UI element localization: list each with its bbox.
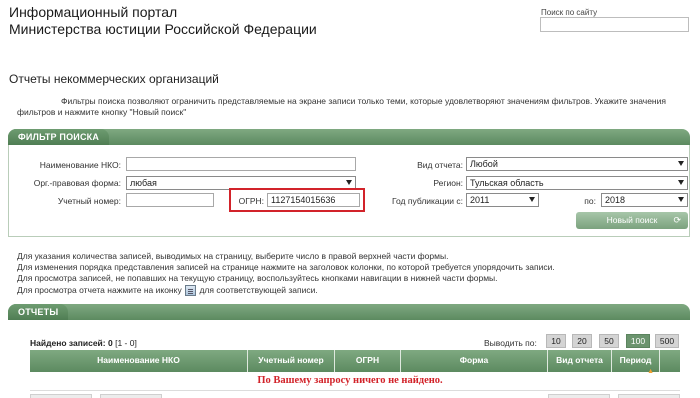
region-label: Регион:: [433, 178, 463, 188]
filter-header-bar: ФИЛЬТР ПОИСКА: [8, 129, 690, 145]
column-report-type[interactable]: Вид отчета: [548, 350, 612, 372]
legal-form-value: любая: [130, 178, 157, 188]
note-line-1: Для указания количества записей, выводим…: [17, 251, 449, 261]
chevron-down-icon: [678, 180, 684, 185]
column-spacer: [660, 350, 680, 372]
report-type-select[interactable]: Любой: [466, 157, 688, 171]
legal-form-label: Орг.-правовая форма:: [33, 178, 121, 188]
nav-button-next[interactable]: [548, 394, 610, 398]
chevron-down-icon: [346, 180, 352, 185]
table-bottom-divider: [30, 390, 680, 391]
found-count: 0: [108, 338, 113, 348]
show-by-label: Выводить по:: [484, 338, 537, 348]
report-type-label: Вид отчета:: [417, 160, 463, 170]
year-to-value: 2018: [605, 195, 626, 205]
report-type-value: Любой: [470, 159, 498, 169]
reports-table-header: Наименование НКО Учетный номер ОГРН Форм…: [30, 350, 680, 375]
note-line-2: Для изменения порядка представления запи…: [17, 262, 555, 272]
refresh-icon: ⟳: [673, 215, 681, 225]
year-to-select[interactable]: 2018: [601, 193, 688, 207]
column-form[interactable]: Форма: [401, 350, 548, 372]
nav-button-first[interactable]: [30, 394, 92, 398]
account-number-label: Учетный номер:: [57, 196, 121, 206]
nko-name-input[interactable]: [126, 157, 356, 171]
page-title: Отчеты некоммерческих организаций: [9, 72, 219, 86]
year-from-select[interactable]: 2011: [466, 193, 539, 207]
column-account-number[interactable]: Учетный номер: [248, 350, 335, 372]
page-size-10[interactable]: 10: [546, 334, 566, 348]
chevron-down-icon: [678, 161, 684, 166]
nko-name-label: Наименование НКО:: [39, 160, 121, 170]
region-select[interactable]: Тульская область: [466, 176, 688, 190]
note-line-3: Для просмотра записей, не попавших на те…: [17, 273, 498, 283]
reports-tab: ОТЧЕТЫ: [8, 304, 69, 320]
portal-title: Информационный портал Министерства юстиц…: [9, 4, 317, 38]
report-view-icon: [185, 285, 197, 297]
new-search-label: Новый поиск: [606, 215, 658, 225]
nav-button-last[interactable]: [618, 394, 680, 398]
note-line-4-before: Для просмотра отчета нажмите на иконку: [17, 285, 182, 295]
region-value: Тульская область: [470, 178, 544, 188]
account-number-input[interactable]: [126, 193, 214, 207]
page-size-500[interactable]: 500: [655, 334, 679, 348]
found-label: Найдено записей:: [30, 338, 106, 348]
site-search-input[interactable]: [540, 17, 689, 32]
year-to-label: по:: [584, 196, 596, 206]
intro-text: Фильтры поиска позволяют ограничить пред…: [17, 96, 666, 117]
chevron-down-icon: [678, 197, 684, 202]
found-range: [1 - 0]: [115, 338, 137, 348]
note-line-4-after: для соответствующей записи.: [199, 285, 318, 295]
page-size-20[interactable]: 20: [572, 334, 592, 348]
column-nko-name[interactable]: Наименование НКО: [30, 350, 248, 372]
page-size-100[interactable]: 100: [626, 334, 650, 348]
note-line-4: Для просмотра отчета нажмите на иконку д…: [17, 285, 318, 297]
filter-tab: ФИЛЬТР ПОИСКА: [8, 129, 110, 145]
ogrn-label: ОГРН:: [238, 196, 264, 206]
page-size-50[interactable]: 50: [599, 334, 619, 348]
site-search-label: Поиск по сайту: [541, 8, 598, 17]
year-from-value: 2011: [470, 195, 490, 205]
new-search-button[interactable]: Новый поиск ⟳: [576, 212, 688, 229]
chevron-down-icon: [529, 197, 535, 202]
ogrn-input[interactable]: 1127154015636: [267, 193, 360, 207]
year-from-label: Год публикации с:: [391, 196, 463, 206]
portal-title-line2: Министерства юстиции Российской Федераци…: [9, 21, 317, 37]
reports-header-bar: ОТЧЕТЫ: [8, 304, 690, 320]
portal-title-line1: Информационный портал: [9, 4, 178, 20]
found-records: Найдено записей: 0 [1 - 0]: [30, 338, 137, 348]
column-ogrn[interactable]: ОГРН: [335, 350, 401, 372]
no-results-message: По Вашему запросу ничего не найдено.: [257, 375, 443, 386]
column-period[interactable]: Период ▲: [612, 350, 660, 375]
nav-button-prev[interactable]: [100, 394, 162, 398]
